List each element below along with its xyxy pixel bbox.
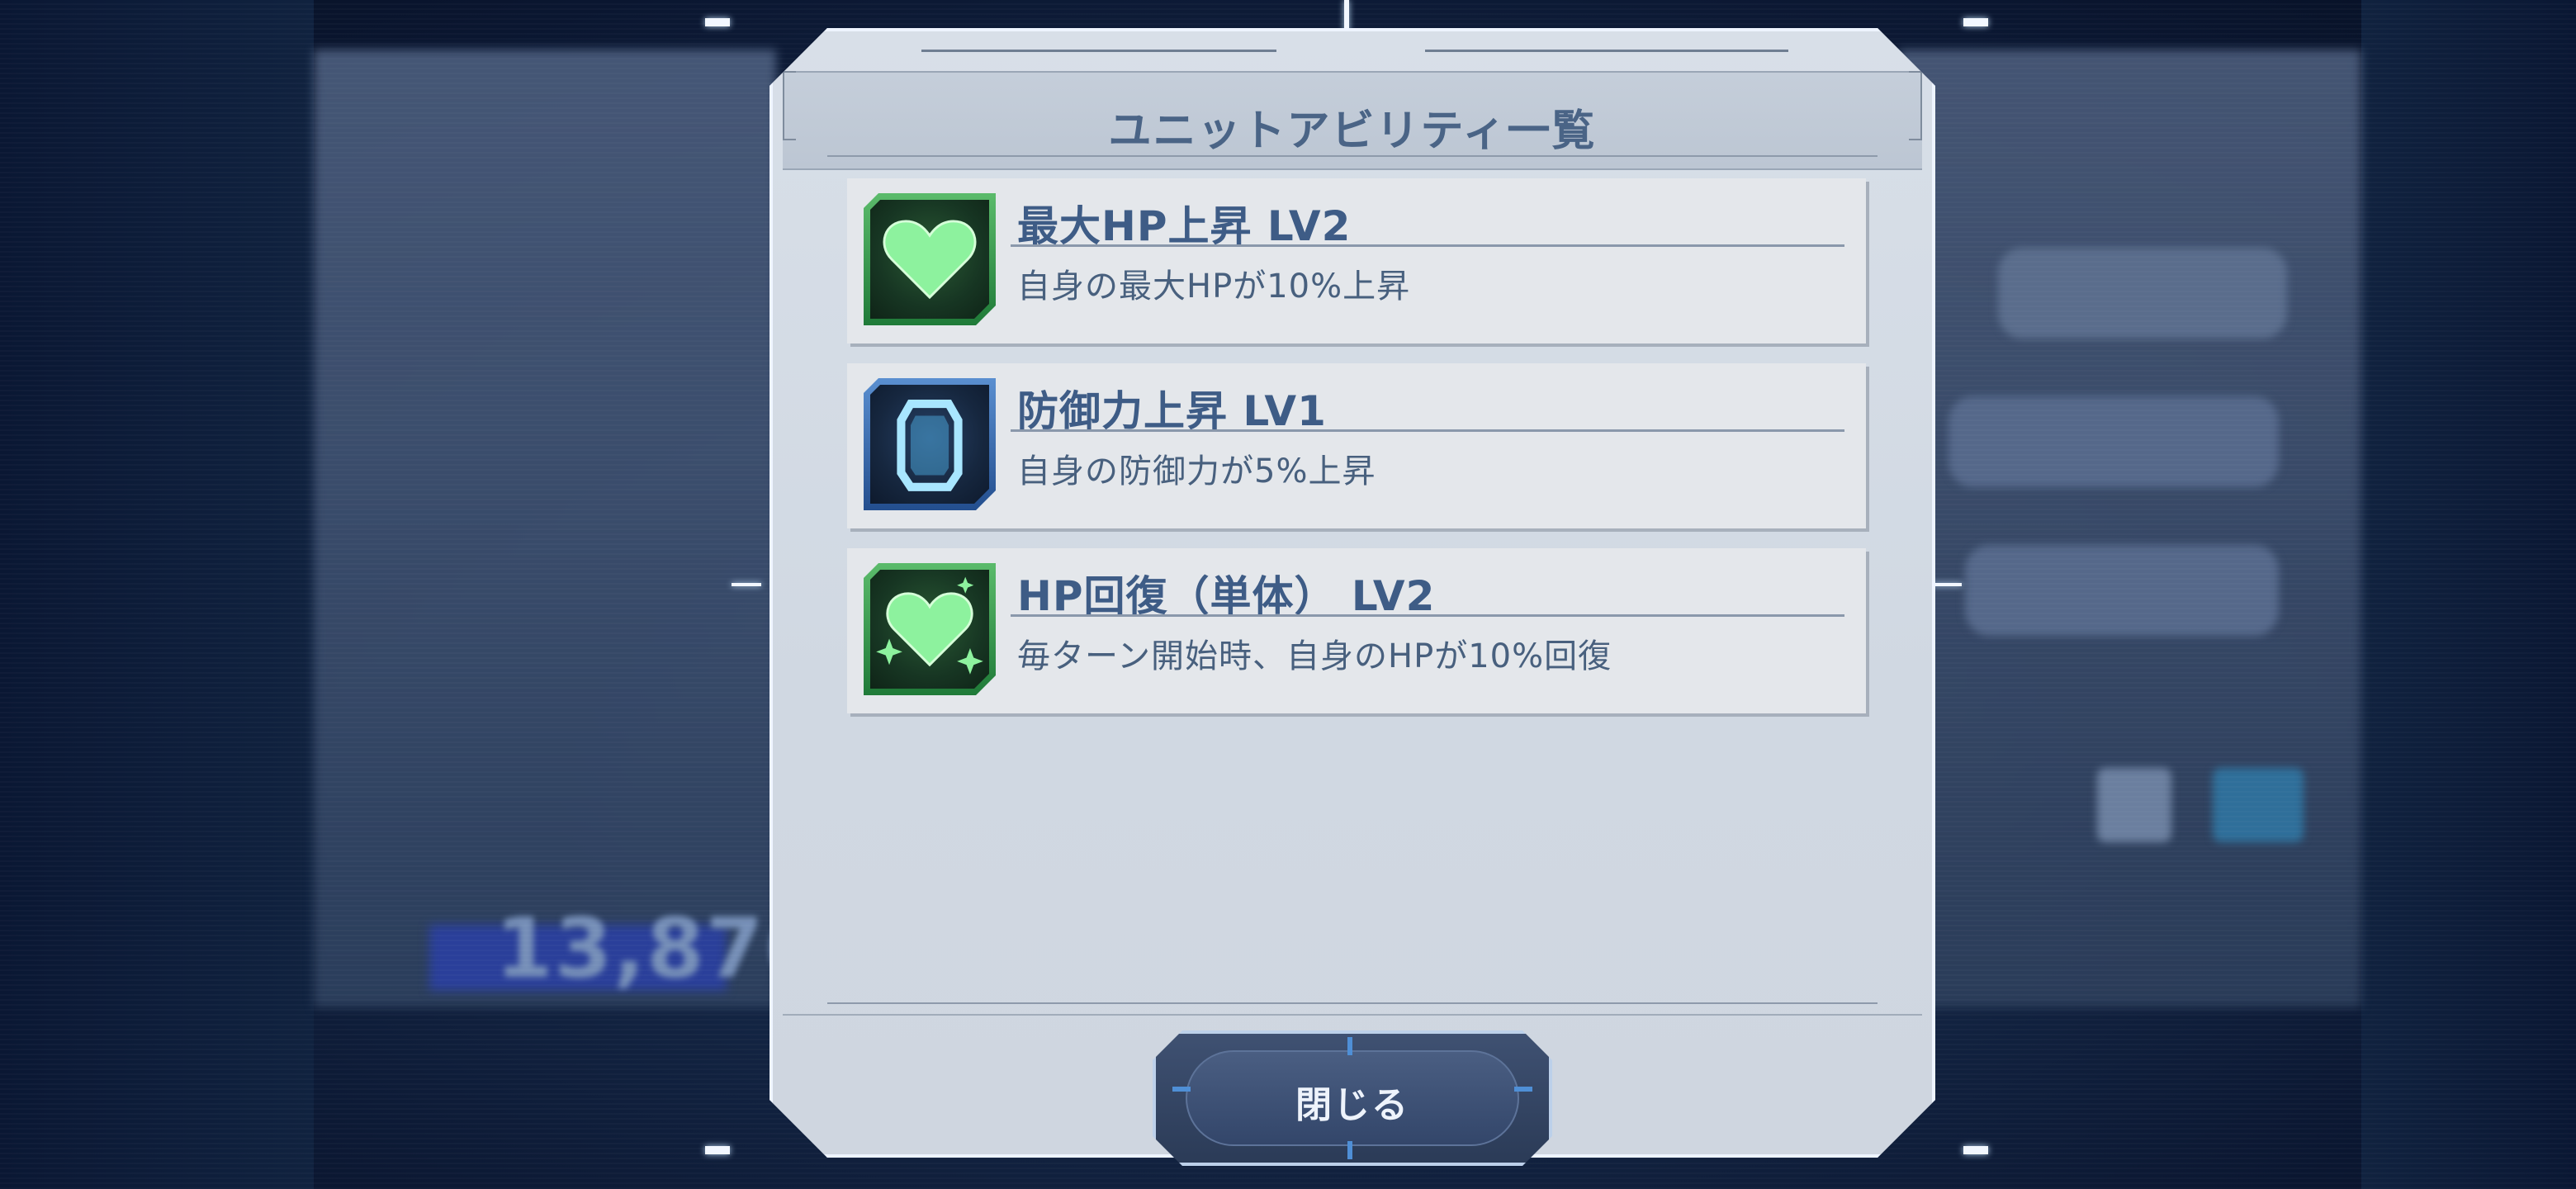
ability-list-dialog: ユニットアビリティ一覧 最大HP上昇 LV2 自身の最大HPが10%上昇 防御力…: [769, 28, 1935, 1158]
frame-corner-tick: [705, 1146, 730, 1154]
title-deco-line: [921, 50, 1276, 52]
background-bar: [1965, 545, 2279, 636]
footer-divider: [783, 1014, 1922, 1016]
button-deco-tick: [1347, 1037, 1352, 1055]
heart-sparkle-icon: [870, 570, 989, 689]
background-status-panel: [1899, 50, 2361, 1007]
close-button-label: 閉じる: [1295, 1084, 1409, 1126]
ability-icon-frame: [864, 563, 996, 695]
button-deco-tick: [1347, 1141, 1352, 1159]
background-unit-panel: [314, 50, 776, 1007]
frame-side-tick: [1932, 583, 1962, 586]
list-bottom-divider: [827, 1002, 1878, 1004]
background-icon: [2097, 768, 2171, 842]
heart-icon: [870, 200, 989, 319]
frame-corner-tick: [1963, 18, 1988, 26]
background-bar: [1949, 396, 2279, 487]
dialog-body: ユニットアビリティ一覧 最大HP上昇 LV2 自身の最大HPが10%上昇 防御力…: [773, 31, 1932, 1154]
frame-corner-tick: [1963, 1146, 1988, 1154]
close-button[interactable]: 閉じる: [1153, 1030, 1552, 1166]
ability-description: 自身の防御力が5%上昇: [1017, 452, 1376, 490]
ability-description: 毎ターン開始時、自身のHPが10%回復: [1017, 637, 1612, 675]
dialog-title: ユニットアビリティ一覧: [1108, 107, 1597, 156]
ability-divider: [1011, 614, 1844, 617]
ability-item[interactable]: 最大HP上昇 LV2 自身の最大HPが10%上昇: [847, 178, 1866, 343]
shield-icon: [870, 385, 989, 504]
background-icon: [2213, 768, 2304, 842]
list-top-divider: [827, 155, 1878, 157]
ability-description: 自身の最大HPが10%上昇: [1017, 268, 1411, 306]
ability-item[interactable]: HP回復（単体） LV2 毎ターン開始時、自身のHPが10%回復: [847, 548, 1866, 713]
background-bar: [1998, 248, 2287, 339]
ability-divider: [1011, 429, 1844, 432]
ability-icon-frame: [864, 193, 996, 325]
background-left-vignette: [0, 0, 314, 1189]
ability-icon-frame: [864, 378, 996, 510]
title-deco-line: [1425, 50, 1788, 52]
frame-corner-tick: [705, 18, 730, 26]
background-right-vignette: [2361, 0, 2576, 1189]
ability-item[interactable]: 防御力上昇 LV1 自身の防御力が5%上昇: [847, 363, 1866, 528]
ability-divider: [1011, 244, 1844, 247]
frame-side-tick: [732, 583, 761, 586]
